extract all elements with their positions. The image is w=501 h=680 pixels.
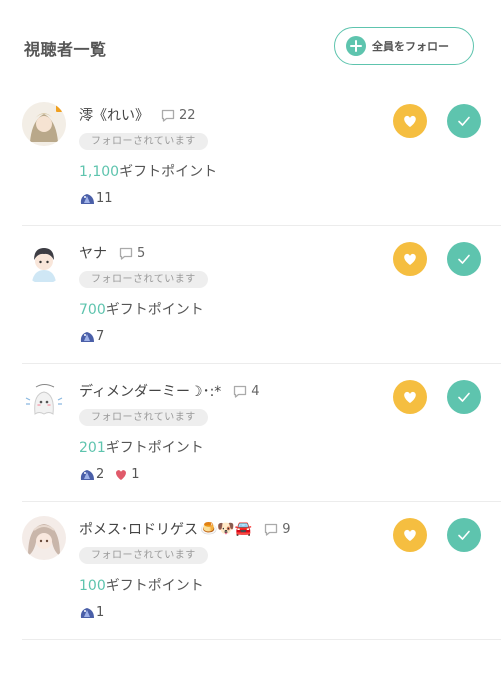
viewer-row[interactable]: ヤナ 5 フォローされています 700ギフトポイント 7 xyxy=(22,226,501,364)
followed-check-button[interactable] xyxy=(447,518,481,552)
comment-count-value: 22 xyxy=(179,107,196,123)
gift-points: 201ギフトポイント xyxy=(79,437,204,457)
item: 2 xyxy=(79,467,104,482)
item-count: 2 xyxy=(96,467,105,482)
gift-points: 1,100ギフトポイント xyxy=(79,161,217,181)
gift-points: 100ギフトポイント xyxy=(79,575,204,595)
gift-points-label: ギフトポイント xyxy=(105,440,204,456)
like-button[interactable] xyxy=(393,242,427,276)
gift-points-value: 201 xyxy=(79,440,106,456)
viewer-name: ディメンダーミー☽･:* xyxy=(79,384,222,400)
heart-icon xyxy=(404,115,416,127)
heart-icon xyxy=(404,529,416,541)
like-button[interactable] xyxy=(393,104,427,138)
avatar[interactable] xyxy=(22,378,66,422)
follow-all-button[interactable]: 全員をフォロー xyxy=(334,27,474,65)
heart-icon xyxy=(404,391,416,403)
crystal-icon xyxy=(80,194,94,204)
status-badge: フォローされています xyxy=(79,271,208,288)
item-count: 1 xyxy=(96,605,105,620)
item-count: 7 xyxy=(96,329,105,344)
item-list: 7 xyxy=(79,329,114,344)
comment-count-value: 4 xyxy=(251,383,260,399)
check-icon xyxy=(458,116,470,126)
check-icon xyxy=(458,392,470,402)
item-list: 2 1 xyxy=(79,467,150,482)
heart-icon xyxy=(404,253,416,265)
item-list: 11 xyxy=(79,191,123,206)
status-badge: フォローされています xyxy=(79,133,208,150)
check-icon xyxy=(458,530,470,540)
comment-icon xyxy=(161,109,175,122)
followed-check-button[interactable] xyxy=(447,380,481,414)
status-badge: フォローされています xyxy=(79,547,208,564)
gift-points: 700ギフトポイント xyxy=(79,299,204,319)
name-emojis: 🍮🐶🚘 xyxy=(200,521,253,537)
gift-points-label: ギフトポイント xyxy=(119,164,218,180)
page-title: 視聴者一覧 xyxy=(24,40,107,59)
avatar[interactable] xyxy=(22,240,66,284)
item: 1 xyxy=(79,605,104,620)
viewer-row[interactable]: ポメス･ロドリゲス 🍮🐶🚘 9 フォローされています 100ギフトポイント 1 xyxy=(22,502,501,640)
viewer-name: 澪《れい》 xyxy=(79,108,149,124)
comment-icon xyxy=(265,523,278,536)
gift-points-value: 100 xyxy=(79,578,106,594)
viewer-row[interactable]: 澪《れい》 22 フォローされています 1,100ギフトポイント 11 xyxy=(22,88,501,226)
check-icon xyxy=(458,254,470,264)
comment-count: 22 xyxy=(161,108,196,123)
crystal-icon xyxy=(80,470,94,480)
gift-points-label: ギフトポイント xyxy=(105,302,204,318)
header: 視聴者一覧 全員をフォロー xyxy=(0,0,501,95)
crystal-icon xyxy=(80,332,94,342)
viewer-name-line: ポメス･ロドリゲス 🍮🐶🚘 9 xyxy=(79,519,291,539)
follow-all-label: 全員をフォロー xyxy=(372,40,449,53)
gift-points-value: 700 xyxy=(79,302,106,318)
heart-small-icon xyxy=(116,470,127,480)
viewer-name-line: 澪《れい》 22 xyxy=(79,105,196,125)
viewer-list: 澪《れい》 22 フォローされています 1,100ギフトポイント 11 ヤナ 5… xyxy=(0,88,501,640)
like-button[interactable] xyxy=(393,380,427,414)
viewer-row[interactable]: ディメンダーミー☽･:* 4 フォローされています 201ギフトポイント 2 1 xyxy=(22,364,501,502)
like-button[interactable] xyxy=(393,518,427,552)
comment-count: 5 xyxy=(119,246,145,261)
viewer-name-line: ディメンダーミー☽･:* 4 xyxy=(79,381,260,401)
followed-check-button[interactable] xyxy=(447,104,481,138)
viewer-name: ヤナ xyxy=(79,246,107,262)
comment-count-value: 9 xyxy=(282,521,291,537)
item-count: 11 xyxy=(96,191,113,206)
item: 1 xyxy=(114,467,140,482)
gift-points-label: ギフトポイント xyxy=(105,578,204,594)
comment-icon xyxy=(119,247,133,260)
followed-check-button[interactable] xyxy=(447,242,481,276)
comment-count-value: 5 xyxy=(137,245,146,261)
crystal-icon xyxy=(80,608,94,618)
status-badge: フォローされています xyxy=(79,409,208,426)
plus-icon xyxy=(346,36,366,56)
item: 11 xyxy=(79,191,113,206)
item: 7 xyxy=(79,329,104,344)
avatar[interactable] xyxy=(22,516,66,560)
avatar[interactable] xyxy=(22,102,66,146)
item-list: 1 xyxy=(79,605,114,620)
comment-count: 9 xyxy=(264,521,291,537)
comment-icon xyxy=(234,385,247,398)
viewer-name: ポメス･ロドリゲス xyxy=(79,522,198,538)
comment-count: 4 xyxy=(233,383,260,399)
gift-points-value: 1,100 xyxy=(79,164,120,180)
viewer-name-line: ヤナ 5 xyxy=(79,243,145,263)
item-count: 1 xyxy=(131,467,140,482)
